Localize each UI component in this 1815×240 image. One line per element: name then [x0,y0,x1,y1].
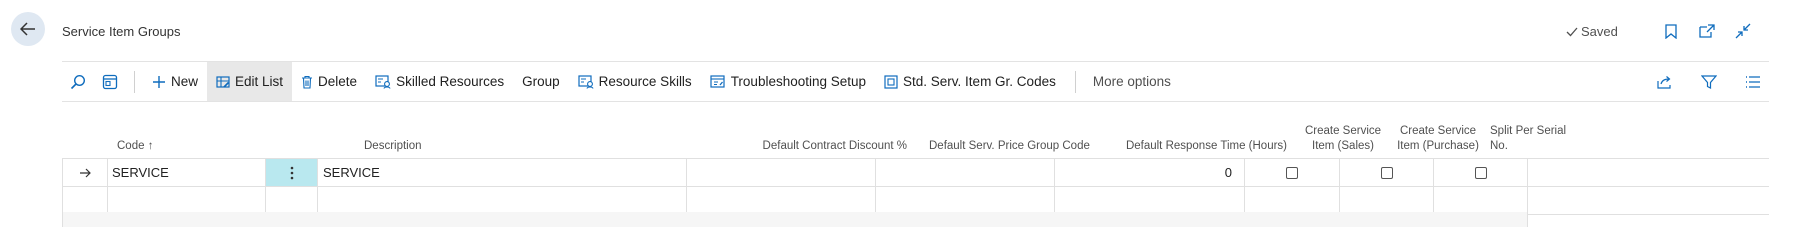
default-serv-price-group-code-cell[interactable] [875,159,1054,186]
resource-skills-label: Resource Skills [598,74,692,89]
plus-icon [153,75,165,88]
create-purchase-label-line1: Create Service [1399,125,1477,137]
row-indicator [62,159,107,186]
table-footer-area [62,212,1528,227]
split-serial-label-line1: Split Per Serial [1490,125,1567,137]
empty-discount-cell[interactable] [686,187,875,214]
bookmark-icon [1665,23,1677,39]
empty-split-cell[interactable] [1433,187,1528,214]
create-service-item-sales-checkbox[interactable] [1286,166,1298,179]
more-options-label: More options [1092,74,1171,89]
row-arrow-icon [80,168,91,177]
page-view-icon [102,74,118,89]
empty-new-row[interactable] [62,186,1769,215]
row-menu-icon [290,166,293,179]
create-service-item-purchase-cell [1339,159,1433,186]
table-header: Code ↑ Description Default Contract Disc… [62,114,1769,158]
empty-price-group-cell[interactable] [875,187,1054,214]
resource-skills-button[interactable]: Resource Skills [569,62,701,101]
create-sales-label-line1: Create Service [1304,125,1382,137]
back-arrow-icon [20,22,35,36]
empty-row-indicator [62,187,107,214]
column-header-default-contract-discount[interactable]: Default Contract Discount % [727,139,907,154]
create-service-item-purchase-checkbox[interactable] [1380,166,1393,179]
empty-sales-cell[interactable] [1244,187,1339,214]
default-response-time-cell[interactable]: 0 [1054,159,1244,186]
column-header-default-serv-price-group-code[interactable]: Default Serv. Price Group Code [929,139,1090,154]
search-icon [70,74,86,89]
column-header-split-per-serial[interactable]: Split Per Serial No. [1490,124,1566,154]
std-codes-label: Std. Serv. Item Gr. Codes [903,74,1056,89]
skilled-resources-label: Skilled Resources [396,74,505,89]
create-purchase-label-line2: Item (Purchase) [1397,140,1479,152]
more-options-button[interactable]: More options [1084,62,1180,101]
share-button[interactable] [1649,62,1681,101]
column-header-default-response-time[interactable]: Default Response Time (Hours) [1107,139,1287,154]
std-codes-icon [884,74,898,89]
resource-skills-icon [578,74,594,89]
page-view-button[interactable] [94,62,126,101]
edit-list-button[interactable]: Edit List [207,62,293,101]
back-button[interactable] [11,12,45,46]
list-view-button[interactable] [1737,62,1769,101]
open-new-window-button[interactable] [1696,20,1718,42]
column-code-label: Code [117,140,145,152]
new-label: New [171,74,199,89]
troubleshooting-setup-button[interactable]: Troubleshooting Setup [701,62,875,101]
collapse-button[interactable] [1732,20,1754,42]
share-icon [1657,75,1671,89]
bookmark-button[interactable] [1660,20,1682,42]
description-cell[interactable]: SERVICE [317,159,686,186]
create-sales-label-line2: Item (Sales) [1312,140,1374,152]
empty-actions-cell [265,187,317,214]
checkmark-icon [1566,27,1578,36]
list-view-icon [1746,75,1760,88]
saved-label: Saved [1581,24,1618,39]
split-per-serial-cell [1433,159,1528,186]
open-new-window-icon [1699,24,1715,38]
empty-description-cell[interactable] [317,187,686,214]
filter-button[interactable] [1693,62,1725,101]
code-cell[interactable]: SERVICE [107,159,265,186]
column-header-code[interactable]: Code ↑ [117,139,153,154]
column-header-create-service-item-purchase[interactable]: Create Service Item (Purchase) [1392,124,1484,154]
new-button[interactable]: New [143,62,207,101]
skilled-resources-button[interactable]: Skilled Resources [366,62,513,101]
filter-icon [1701,74,1717,89]
action-toolbar: New Edit List Delete Skilled Resources G… [62,62,1769,101]
troubleshooting-setup-label: Troubleshooting Setup [730,74,867,89]
search-button[interactable] [62,62,94,101]
trash-icon [302,75,313,89]
table-row[interactable]: SERVICE SERVICE 0 [62,158,1769,186]
row-actions-menu[interactable] [265,159,317,186]
std-serv-item-gr-codes-button[interactable]: Std. Serv. Item Gr. Codes [875,62,1065,101]
skilled-resources-icon [375,74,391,89]
empty-code-cell[interactable] [107,187,265,214]
collapse-icon [1735,23,1751,39]
column-header-description[interactable]: Description [364,139,422,154]
sort-ascending-icon: ↑ [147,140,154,152]
empty-purchase-cell[interactable] [1339,187,1433,214]
group-button[interactable]: Group [513,62,569,101]
page-title: Service Item Groups [62,24,181,39]
default-contract-discount-cell[interactable] [686,159,875,186]
empty-response-time-cell[interactable] [1054,187,1244,214]
saved-status: Saved [1566,24,1618,39]
split-per-serial-checkbox[interactable] [1474,166,1487,179]
delete-label: Delete [318,74,358,89]
service-item-groups-table: Code ↑ Description Default Contract Disc… [62,114,1769,227]
delete-button[interactable]: Delete [292,62,366,101]
create-service-item-sales-cell [1244,159,1339,186]
group-label: Group [522,74,560,89]
edit-list-icon [216,75,230,88]
edit-list-label: Edit List [235,74,284,89]
split-serial-label-line2: No. [1490,140,1508,152]
troubleshooting-icon [710,74,725,88]
column-header-create-service-item-sales[interactable]: Create Service Item (Sales) [1297,124,1389,154]
